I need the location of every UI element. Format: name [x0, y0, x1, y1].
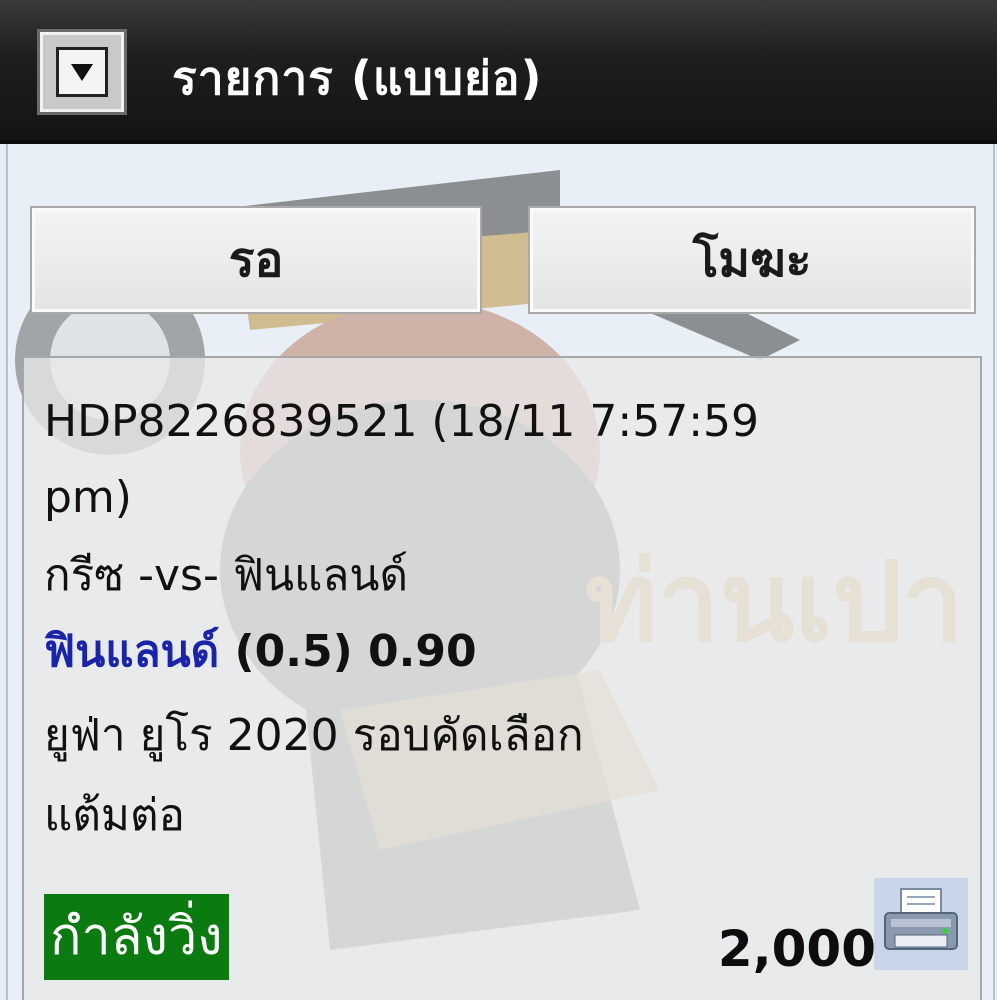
bet-type: แต้มต่อ	[44, 790, 185, 841]
league-name: ยูฟ่า ยูโร 2020 รอบคัดเลือก	[44, 710, 584, 761]
bet-ticket: HDP8226839521 (18/11 7:57:59 pm) กรีซ -v…	[22, 356, 982, 1000]
printer-icon	[884, 888, 958, 950]
bet-handicap-odds: (0.5) 0.90	[219, 626, 477, 677]
stake-amount: 2,000	[717, 920, 876, 978]
panel-header: รายการ (แบบย่อ)	[0, 0, 997, 144]
ticket-time-suffix: pm)	[44, 472, 132, 523]
status-badge: กำลังวิ่ง	[44, 894, 229, 980]
print-button[interactable]	[874, 878, 968, 970]
bet-list-panel: รายการ (แบบย่อ) 168 ท่านเปา รอ โมฆะ HDP8…	[0, 0, 997, 1000]
filter-tabs: รอ โมฆะ	[30, 206, 980, 316]
tab-waiting[interactable]: รอ	[30, 206, 482, 314]
collapse-toggle-button[interactable]	[37, 29, 127, 115]
match-name: กรีซ -vs- ฟินแลนด์	[44, 550, 409, 601]
panel-title: รายการ (แบบย่อ)	[172, 51, 543, 105]
ticket-reference: HDP8226839521 (18/11 7:57:59	[44, 396, 759, 447]
tab-void[interactable]: โมฆะ	[528, 206, 976, 314]
bet-team: ฟินแลนด์	[44, 626, 220, 677]
triangle-down-icon	[56, 47, 108, 97]
bet-selection: ฟินแลนด์ (0.5) 0.90	[44, 630, 477, 674]
